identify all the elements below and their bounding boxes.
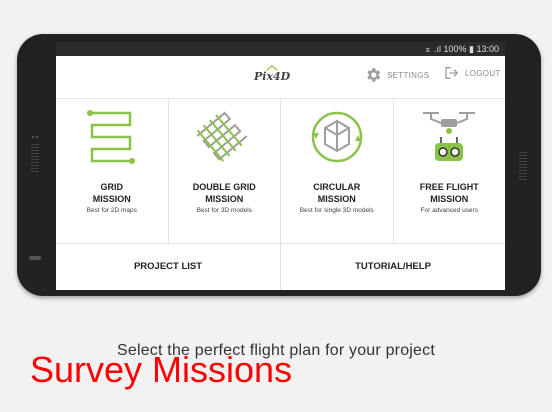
logo-mark-icon bbox=[266, 65, 278, 71]
mission-subtitle: Best for 3D models bbox=[196, 207, 252, 214]
mission-title-line2: MISSION bbox=[317, 194, 356, 204]
double-grid-icon bbox=[196, 111, 248, 162]
mission-title-line1: DOUBLE GRID bbox=[192, 182, 256, 192]
camera-dots bbox=[31, 126, 41, 138]
mission-title-line2: MISSION bbox=[430, 194, 469, 204]
double-grid-mission-tile[interactable]: DOUBLE GRID MISSION Best for 3D models bbox=[169, 99, 281, 243]
gear-icon bbox=[367, 68, 381, 82]
status-text: ⌅ .ıl 100% ▮ 13:00 bbox=[423, 44, 499, 54]
left-speaker-grille bbox=[31, 142, 39, 172]
mission-subtitle: Best for 2D maps bbox=[86, 207, 137, 214]
settings-button[interactable]: SETTINGS bbox=[364, 66, 429, 84]
app-screen: ⌅ .ıl 100% ▮ 13:00 Pix4D SETTINGS LOGOUT bbox=[56, 42, 505, 290]
logout-label: LOGOUT bbox=[465, 68, 501, 78]
grid-mission-tile[interactable]: GRID MISSION Best for 2D maps bbox=[56, 99, 169, 243]
mission-title-line2: MISSION bbox=[92, 194, 131, 204]
mission-subtitle: For advanced users bbox=[420, 207, 478, 214]
project-list-button[interactable]: PROJECT LIST bbox=[56, 244, 281, 290]
overlay-title: Survey Missions bbox=[30, 349, 293, 390]
app-header: Pix4D SETTINGS LOGOUT bbox=[56, 56, 505, 99]
logo-text: Pix4D bbox=[254, 70, 291, 83]
tutorial-help-button[interactable]: TUTORIAL/HELP bbox=[281, 244, 505, 290]
settings-label: SETTINGS bbox=[387, 70, 430, 80]
bottom-actions: PROJECT LIST TUTORIAL/HELP bbox=[56, 244, 505, 290]
mission-title-line1: GRID bbox=[100, 182, 124, 192]
free-flight-mission-tile[interactable]: FREE FLIGHT MISSION For advanced users bbox=[394, 99, 506, 243]
circular-mission-tile[interactable]: CIRCULAR MISSION Best for single 3D mode… bbox=[281, 99, 394, 243]
drone-controller-icon bbox=[423, 112, 476, 161]
logout-icon bbox=[445, 67, 459, 79]
logout-button[interactable]: LOGOUT bbox=[444, 66, 501, 80]
mission-title-line1: FREE FLIGHT bbox=[419, 182, 479, 192]
mission-grid: GRID MISSION Best for 2D maps DOUBLE GRI… bbox=[56, 99, 505, 244]
app-logo: Pix4D bbox=[254, 65, 291, 83]
right-speaker-grille bbox=[519, 150, 527, 180]
mission-subtitle: Best for single 3D models bbox=[299, 207, 374, 214]
grid-path-icon bbox=[86, 110, 135, 164]
sensor bbox=[29, 256, 41, 260]
circular-cube-icon bbox=[311, 111, 362, 163]
mission-title-line1: CIRCULAR bbox=[313, 182, 361, 192]
mission-title-line2: MISSION bbox=[205, 194, 244, 204]
status-bar: ⌅ .ıl 100% ▮ 13:00 bbox=[56, 42, 505, 56]
